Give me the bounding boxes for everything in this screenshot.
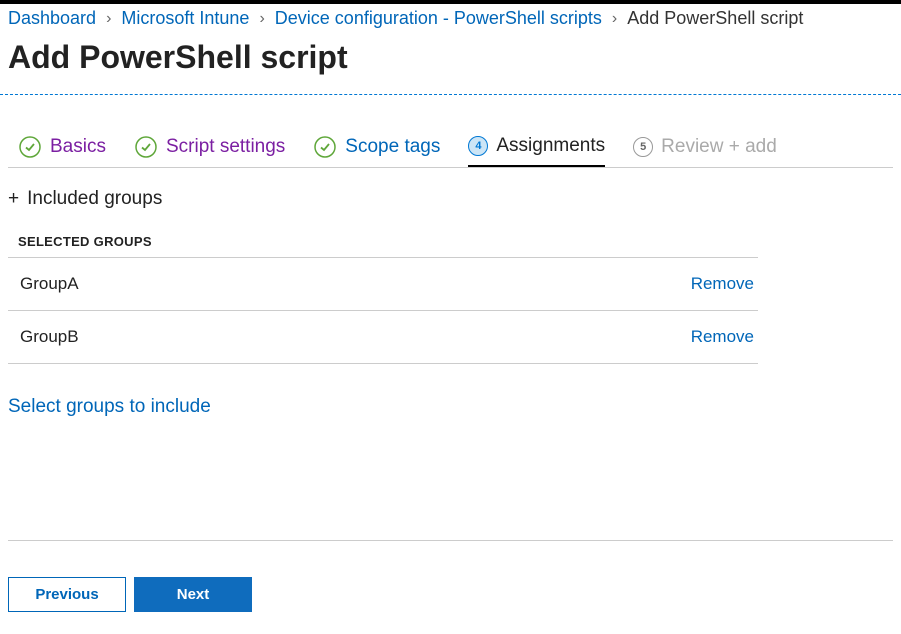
previous-button[interactable]: Previous [8, 577, 126, 612]
chevron-right-icon: › [259, 10, 264, 28]
breadcrumb-intune[interactable]: Microsoft Intune [121, 8, 249, 29]
chevron-right-icon: › [106, 10, 111, 28]
tab-label: Assignments [496, 135, 605, 157]
check-circle-icon [313, 135, 337, 159]
check-circle-icon [134, 135, 158, 159]
select-groups-link[interactable]: Select groups to include [8, 396, 211, 418]
page-title: Add PowerShell script [0, 29, 901, 86]
tab-review-add: 5 Review + add [633, 136, 777, 166]
tab-label: Review + add [661, 136, 777, 158]
section-header: + Included groups [8, 188, 893, 210]
breadcrumb-current: Add PowerShell script [627, 8, 803, 29]
group-name: GroupA [20, 274, 79, 294]
tab-basics[interactable]: Basics [18, 135, 106, 167]
wizard-buttons: Previous Next [8, 577, 893, 612]
table-row: GroupA Remove [8, 257, 758, 310]
tab-script-settings[interactable]: Script settings [134, 135, 285, 167]
selected-groups-label: SELECTED GROUPS [8, 234, 893, 257]
chevron-right-icon: › [612, 10, 617, 28]
step-number-icon: 5 [633, 137, 653, 157]
selected-groups-table: GroupA Remove GroupB Remove [8, 257, 758, 364]
table-row: GroupB Remove [8, 310, 758, 364]
remove-link[interactable]: Remove [691, 274, 754, 294]
tab-scope-tags[interactable]: Scope tags [313, 135, 440, 167]
plus-icon: + [8, 188, 19, 210]
check-circle-icon [18, 135, 42, 159]
group-name: GroupB [20, 327, 79, 347]
tab-assignments[interactable]: 4 Assignments [468, 135, 605, 167]
footer: Previous Next [0, 540, 901, 634]
wizard-tabs: Basics Script settings Scope tags 4 Assi… [0, 95, 901, 167]
section-title: Included groups [27, 188, 162, 210]
tab-label: Script settings [166, 136, 285, 158]
remove-link[interactable]: Remove [691, 327, 754, 347]
breadcrumb-device-config[interactable]: Device configuration - PowerShell script… [275, 8, 602, 29]
breadcrumb-dashboard[interactable]: Dashboard [8, 8, 96, 29]
breadcrumb: Dashboard › Microsoft Intune › Device co… [0, 4, 901, 29]
next-button[interactable]: Next [134, 577, 252, 612]
included-groups-section: + Included groups SELECTED GROUPS GroupA… [0, 168, 901, 418]
tab-label: Scope tags [345, 136, 440, 158]
step-number-icon: 4 [468, 136, 488, 156]
tab-label: Basics [50, 136, 106, 158]
footer-divider [8, 540, 893, 541]
